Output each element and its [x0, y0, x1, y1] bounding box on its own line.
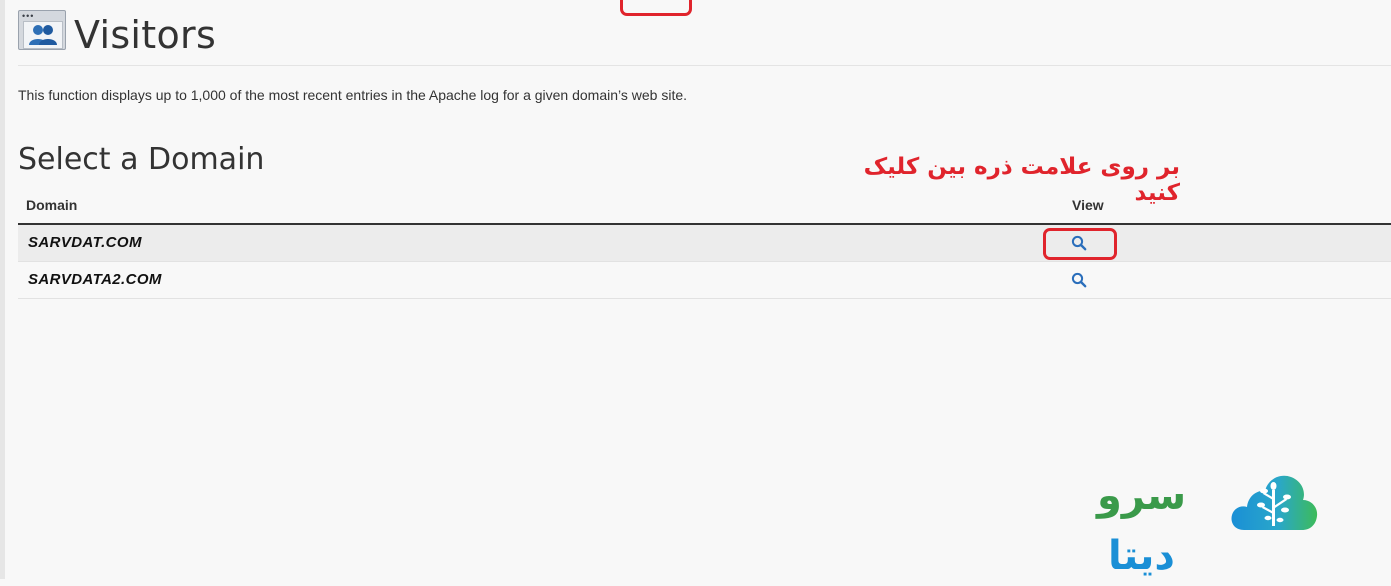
domains-table: Domain View SARVDAT.COM SARVDATA2.COM	[18, 188, 1391, 299]
domain-cell: SARVDATA2.COM	[28, 271, 162, 288]
view-button[interactable]	[1071, 272, 1087, 288]
page-title: Visitors	[74, 13, 217, 57]
visitors-icon: •••	[18, 10, 66, 50]
page-header: ••• Visitors	[18, 10, 216, 60]
table-header: Domain View	[18, 188, 1391, 225]
brand-name: سرو دیتا	[1064, 466, 1219, 586]
table-row: SARVDATA2.COM	[18, 262, 1391, 299]
brand-watermark: سرو دیتا	[1064, 466, 1326, 579]
brand-name-part1: سرو	[1096, 473, 1187, 519]
highlight-frame-view	[1043, 228, 1117, 260]
domain-cell: SARVDAT.COM	[28, 234, 142, 251]
title-divider	[18, 65, 1391, 66]
left-edge-border	[0, 0, 5, 579]
section-title: Select a Domain	[18, 142, 265, 177]
table-row: SARVDAT.COM	[18, 225, 1391, 262]
column-header-domain[interactable]: Domain	[26, 197, 77, 213]
column-header-view: View	[1072, 197, 1104, 213]
cloud-tree-icon	[1231, 475, 1318, 530]
page-description: This function displays up to 1,000 of th…	[18, 87, 688, 103]
brand-name-part2: دیتا	[1108, 533, 1175, 579]
magnifier-icon	[1071, 272, 1087, 288]
users-icon	[29, 25, 57, 45]
highlight-frame-top	[620, 0, 692, 16]
